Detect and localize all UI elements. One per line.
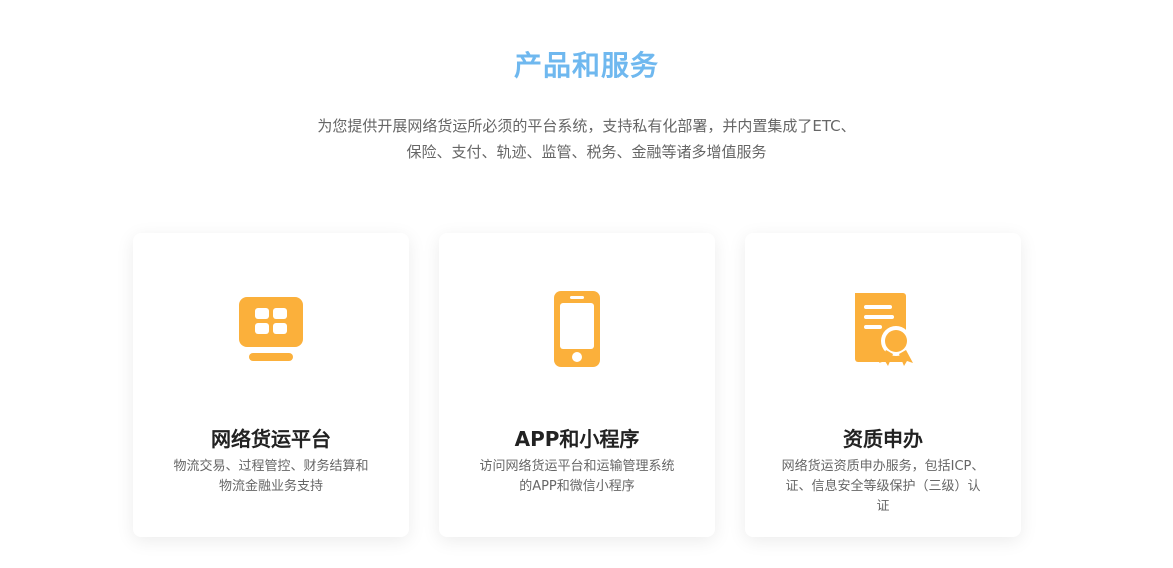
- card-description: 物流交易、过程管控、财务结算和 物流金融业务支持: [163, 457, 379, 497]
- card-title: 网络货运平台: [211, 427, 331, 451]
- card-desc-line: 网络货运资质申办服务，包括ICP、: [781, 459, 985, 474]
- card-desc-line: 物流金融业务支持: [218, 479, 323, 494]
- service-cards: 网络货运平台 物流交易、过程管控、财务结算和 物流金融业务支持 APP和小程序 …: [133, 233, 1021, 537]
- card-app-miniprogram[interactable]: APP和小程序 访问网络货运平台和运输管理系统 的APP和微信小程序: [439, 233, 715, 537]
- card-qualification[interactable]: 资质申办 网络货运资质申办服务，包括ICP、 证、信息安全等级保护（三级）认 证: [745, 233, 1021, 537]
- subtitle-line-1: 为您提供开展网络货运所必须的平台系统，支持私有化部署，并内置集成了ETC、: [317, 117, 856, 135]
- section-subtitle: 为您提供开展网络货运所必须的平台系统，支持私有化部署，并内置集成了ETC、 保险…: [250, 113, 923, 165]
- card-desc-line: 访问网络货运平台和运输管理系统: [479, 459, 675, 474]
- card-description: 访问网络货运平台和运输管理系统 的APP和微信小程序: [469, 457, 685, 497]
- card-desc-line: 物流交易、过程管控、财务结算和: [173, 459, 369, 474]
- mobile-phone-icon: [537, 289, 617, 369]
- card-title: APP和小程序: [514, 427, 640, 451]
- card-desc-line: 证、信息安全等级保护（三级）认: [785, 479, 981, 494]
- subtitle-line-2: 保险、支付、轨迹、监管、税务、金融等诸多增值服务: [406, 143, 767, 161]
- card-desc-line: 证: [876, 499, 890, 514]
- card-description: 网络货运资质申办服务，包括ICP、 证、信息安全等级保护（三级）认 证: [775, 457, 991, 517]
- card-title: 资质申办: [843, 427, 923, 451]
- platform-grid-icon: [231, 289, 311, 369]
- card-desc-line: 的APP和微信小程序: [519, 479, 635, 494]
- card-freight-platform[interactable]: 网络货运平台 物流交易、过程管控、财务结算和 物流金融业务支持: [133, 233, 409, 537]
- section-title: 产品和服务: [513, 49, 659, 82]
- products-services-section: 产品和服务 为您提供开展网络货运所必须的平台系统，支持私有化部署，并内置集成了E…: [0, 0, 1173, 568]
- certificate-award-icon: [843, 289, 923, 369]
